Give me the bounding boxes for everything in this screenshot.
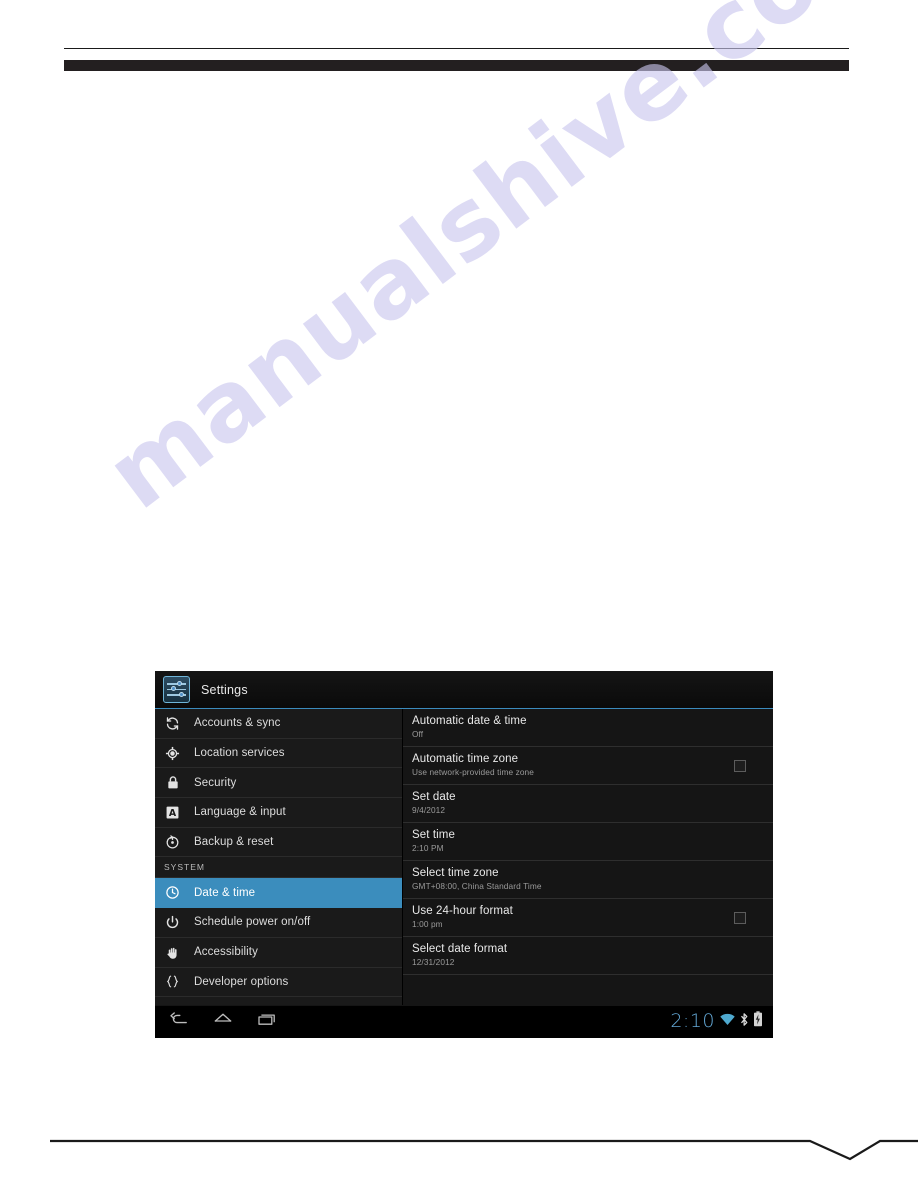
sidebar-item-location-services[interactable]: Location services (155, 738, 402, 769)
sidebar-item-security[interactable]: Security (155, 768, 402, 799)
tablet-screenshot: Settings Accounts & sync Location servic… (155, 671, 773, 1038)
pref-select-time-zone[interactable]: Select time zone GMT+08:00, China Standa… (403, 861, 773, 899)
pref-select-date-format[interactable]: Select date format 12/31/2012 (403, 937, 773, 975)
pref-summary: Off (412, 729, 424, 739)
page-bottom-rule (50, 1129, 918, 1163)
sidebar-item-label: Accounts & sync (194, 717, 281, 730)
pref-automatic-time-zone[interactable]: Automatic time zone Use network-provided… (403, 747, 773, 785)
svg-text:A: A (169, 808, 177, 819)
sidebar-item-partial-next[interactable] (155, 997, 402, 1005)
pref-title: Automatic time zone (412, 753, 519, 765)
pref-summary: 1:00 pm (412, 919, 443, 929)
battery-icon (753, 1011, 763, 1032)
pref-title: Set time (412, 829, 455, 841)
pref-title: Select time zone (412, 867, 499, 879)
pref-set-date[interactable]: Set date 9/4/2012 (403, 785, 773, 823)
sidebar-item-label: Security (194, 776, 237, 789)
page-top-rule (64, 48, 849, 49)
pref-summary: 2:10 PM (412, 843, 444, 853)
lock-icon (164, 774, 181, 791)
sidebar-item-label: Developer options (194, 975, 289, 988)
sidebar-item-label: Date & time (194, 886, 256, 899)
use-24-hour-format-checkbox[interactable] (734, 911, 746, 924)
location-icon (164, 745, 181, 762)
sidebar-item-language-input[interactable]: A Language & input (155, 798, 402, 828)
status-clock: 2:10 (670, 1010, 715, 1032)
pref-use-24-hour-format[interactable]: Use 24-hour format 1:00 pm (403, 899, 773, 937)
automatic-time-zone-checkbox[interactable] (734, 759, 746, 772)
wifi-icon (719, 1012, 736, 1031)
pref-summary: 9/4/2012 (412, 805, 446, 815)
page-top-black-bar (64, 60, 849, 71)
sidebar-item-label: Schedule power on/off (194, 916, 311, 929)
pref-summary: Use network-provided time zone (412, 767, 534, 777)
watermark: manualshive.com (86, 0, 918, 531)
sidebar-item-label: Accessibility (194, 946, 258, 959)
home-icon[interactable] (213, 1011, 233, 1032)
language-a-icon: A (164, 804, 181, 821)
sidebar-item-date-time[interactable]: Date & time (155, 878, 402, 909)
about-icon (164, 1003, 181, 1005)
sidebar-item-label: Location services (194, 747, 285, 760)
pref-automatic-date-time[interactable]: Automatic date & time Off (403, 709, 773, 747)
sidebar-item-label: Backup & reset (194, 836, 274, 849)
action-bar: Settings (155, 671, 773, 709)
sidebar-item-accessibility[interactable]: Accessibility (155, 937, 402, 968)
pref-title: Use 24-hour format (412, 905, 513, 917)
sidebar-item-schedule-power[interactable]: Schedule power on/off (155, 908, 402, 938)
settings-sidebar[interactable]: Accounts & sync Location services Securi… (155, 709, 403, 1005)
pref-set-time[interactable]: Set time 2:10 PM (403, 823, 773, 861)
pref-title: Select date format (412, 943, 508, 955)
system-navigation-bar: 2:10 (155, 1005, 773, 1037)
power-icon (164, 914, 181, 931)
braces-icon (164, 973, 181, 990)
recent-apps-icon[interactable] (257, 1011, 277, 1032)
pref-summary: GMT+08:00, China Standard Time (412, 881, 542, 891)
backup-icon (164, 834, 181, 851)
sidebar-item-developer-options[interactable]: Developer options (155, 967, 402, 998)
hand-icon (164, 944, 181, 961)
sync-icon (164, 715, 181, 732)
sidebar-section-header: SYSTEM (155, 857, 402, 879)
settings-sliders-icon (163, 676, 190, 703)
pref-summary: 12/31/2012 (412, 957, 455, 967)
app-title: Settings (201, 682, 248, 697)
pref-title: Set date (412, 791, 456, 803)
sidebar-item-backup-reset[interactable]: Backup & reset (155, 827, 402, 858)
back-arrow-icon[interactable] (169, 1011, 189, 1032)
bluetooth-icon (740, 1012, 749, 1032)
sidebar-item-accounts-sync[interactable]: Accounts & sync (155, 709, 402, 739)
sidebar-item-label: Language & input (194, 806, 286, 819)
pref-title: Automatic date & time (412, 715, 527, 727)
preferences-pane: Automatic date & time Off Automatic time… (403, 709, 773, 1005)
clock-icon (164, 884, 181, 901)
